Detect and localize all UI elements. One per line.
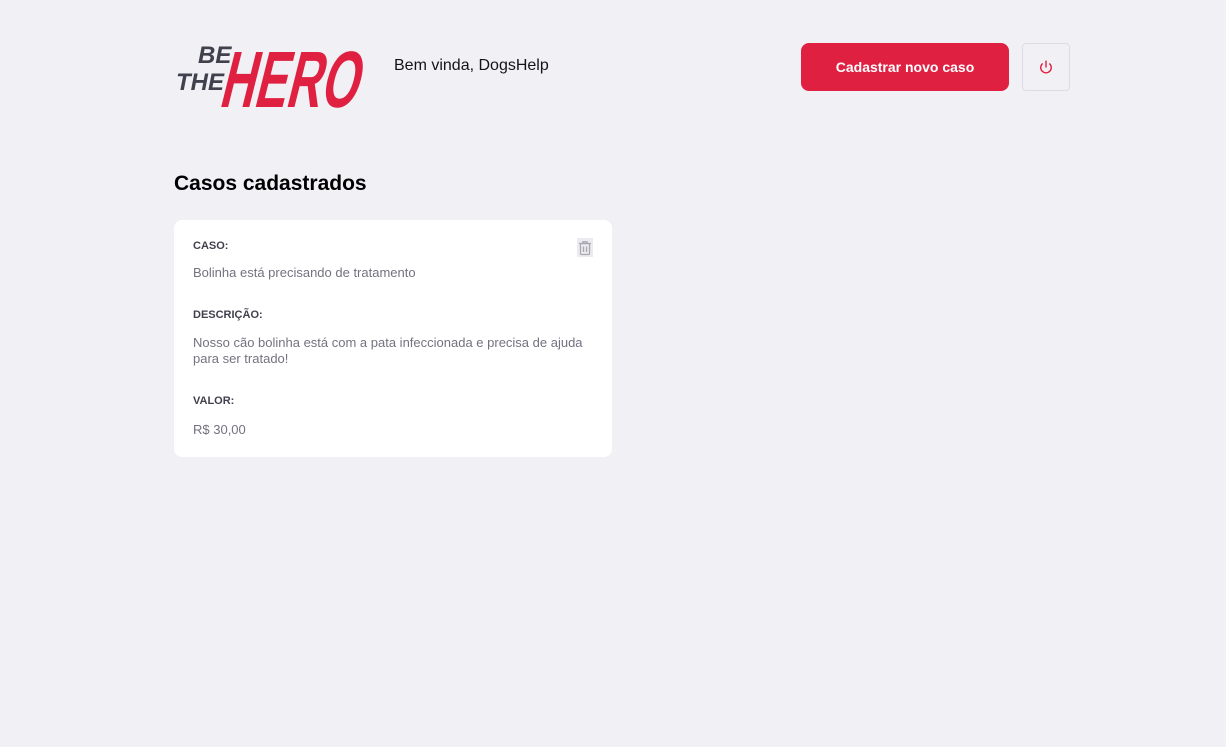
- power-icon: [1039, 60, 1053, 74]
- value-amount: R$ 30,00: [193, 422, 246, 437]
- be-the-hero-logo: BE THE HERO: [174, 23, 374, 111]
- logo-be-text: BE: [198, 42, 232, 69]
- header: BE THE HERO Bem vinda, DogsHelp Cadastra…: [174, 23, 1070, 111]
- case-card: CASO: Bolinha está precisando de tratame…: [174, 220, 612, 457]
- case-label: CASO:: [193, 240, 229, 252]
- description-value: Nosso cão bolinha está com a pata infecc…: [193, 335, 583, 366]
- logo-hero-text: HERO: [214, 35, 374, 111]
- page-title: Casos cadastrados: [174, 172, 367, 195]
- logo-the-text: THE: [176, 69, 225, 96]
- value-label: VALOR:: [193, 395, 235, 407]
- trash-icon: [578, 240, 592, 256]
- new-case-button[interactable]: Cadastrar novo caso: [801, 43, 1009, 91]
- page: BE THE HERO Bem vinda, DogsHelp Cadastra…: [0, 0, 1226, 747]
- delete-case-button[interactable]: [577, 238, 593, 257]
- description-label: DESCRIÇÃO:: [193, 309, 263, 321]
- case-value: Bolinha está precisando de tratamento: [193, 265, 416, 280]
- logout-button[interactable]: [1022, 43, 1070, 91]
- welcome-message: Bem vinda, DogsHelp: [394, 57, 549, 74]
